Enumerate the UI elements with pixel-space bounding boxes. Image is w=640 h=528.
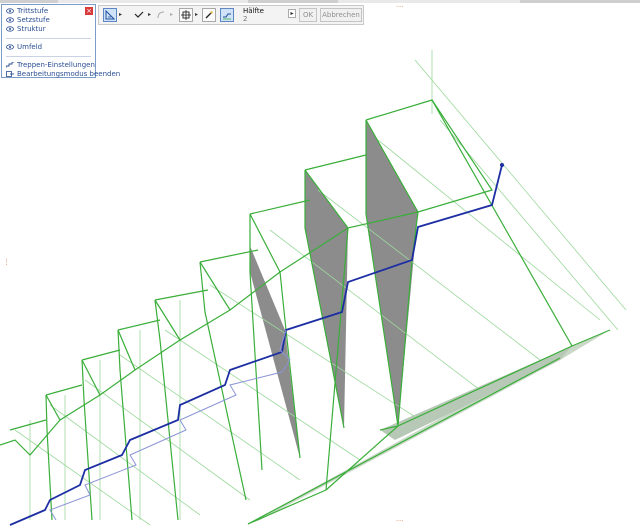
panel-divider — [6, 56, 91, 57]
panel-item-umfeld[interactable]: Umfeld — [6, 42, 42, 51]
panel-item-label: Umfeld — [17, 42, 43, 51]
eye-icon — [6, 25, 14, 32]
panel-item-label: Bearbeitungsmodus beenden — [17, 69, 121, 78]
panel-item-trittstufe[interactable]: Trittstufe — [6, 6, 48, 15]
chevron-right-icon[interactable]: ▸ — [288, 9, 296, 18]
magic-wand-button[interactable] — [202, 8, 216, 22]
curve-edit-icon — [157, 11, 165, 19]
stair-settings-icon — [6, 61, 14, 68]
riser-shadows — [250, 120, 418, 458]
panel-item-label: Struktur — [17, 24, 46, 33]
edit-node-dropdown-arrow[interactable]: ▸ — [148, 12, 152, 18]
close-panel-button[interactable]: × — [85, 7, 93, 15]
panel-item-treppen-einstellungen[interactable]: Treppen-Einstellungen — [6, 60, 95, 69]
eye-icon — [6, 7, 14, 14]
panel-item-label: Trittstufe — [17, 6, 49, 15]
ok-button[interactable]: OK — [299, 8, 317, 22]
panel-item-setzstufe[interactable]: Setzstufe — [6, 15, 50, 24]
stair-step-outlines — [0, 99, 611, 525]
walkline-icon — [223, 13, 231, 20]
panel-resize-grip[interactable]: ···· — [396, 519, 404, 525]
eye-icon — [6, 16, 14, 23]
panel-resize-grip[interactable]: ···· — [396, 5, 404, 11]
stair-geometry-icon — [105, 10, 115, 20]
node-edit-icon — [134, 11, 144, 18]
edit-node-button[interactable] — [132, 8, 146, 22]
half-selector-value: 2 — [243, 15, 248, 23]
walkline-button[interactable] — [220, 8, 234, 22]
panel-resize-grip[interactable]: ···· — [2, 258, 9, 266]
panel-item-label: Treppen-Einstellungen — [17, 60, 95, 69]
exit-edit-mode-icon — [6, 70, 14, 77]
half-selector-label: Hälfte — [243, 7, 264, 15]
panel-item-label: Setzstufe — [17, 15, 50, 24]
walk-line-endpoint[interactable] — [500, 163, 504, 167]
stair-geometry-button[interactable] — [103, 8, 117, 22]
stringer-face — [380, 346, 572, 440]
walk-line[interactable] — [9, 163, 504, 526]
magic-wand-icon — [205, 11, 213, 19]
half-selector[interactable]: Hälfte 2 ▸ — [243, 7, 296, 23]
offset-edges-dropdown-arrow[interactable]: ▸ — [195, 12, 199, 18]
curve-edit-button[interactable] — [154, 8, 168, 22]
curve-edit-dropdown-arrow[interactable]: ▸ — [170, 12, 174, 18]
stair-edit-toolbar: ▸ ▸ ▸ ▸ Hälfte 2 ▸ OK Abbrechen — [98, 5, 364, 25]
riser-shadow — [250, 246, 300, 458]
offset-edges-icon — [181, 10, 191, 20]
stair-geometry-dropdown-arrow[interactable]: ▸ — [119, 12, 123, 18]
panel-item-struktur[interactable]: Struktur — [6, 24, 46, 33]
stair-elements-panel: × Trittstufe Setzstufe Struktur Umfeld T… — [1, 4, 120, 78]
cancel-button[interactable]: Abbrechen — [320, 8, 362, 22]
panel-item-bearbeitungsmodus-beenden[interactable]: Bearbeitungsmodus beenden — [6, 69, 120, 78]
panel-divider — [6, 38, 91, 39]
stair-3d-viewport[interactable] — [0, 0, 640, 528]
eye-icon — [6, 43, 14, 50]
offset-edges-button[interactable] — [179, 8, 193, 22]
